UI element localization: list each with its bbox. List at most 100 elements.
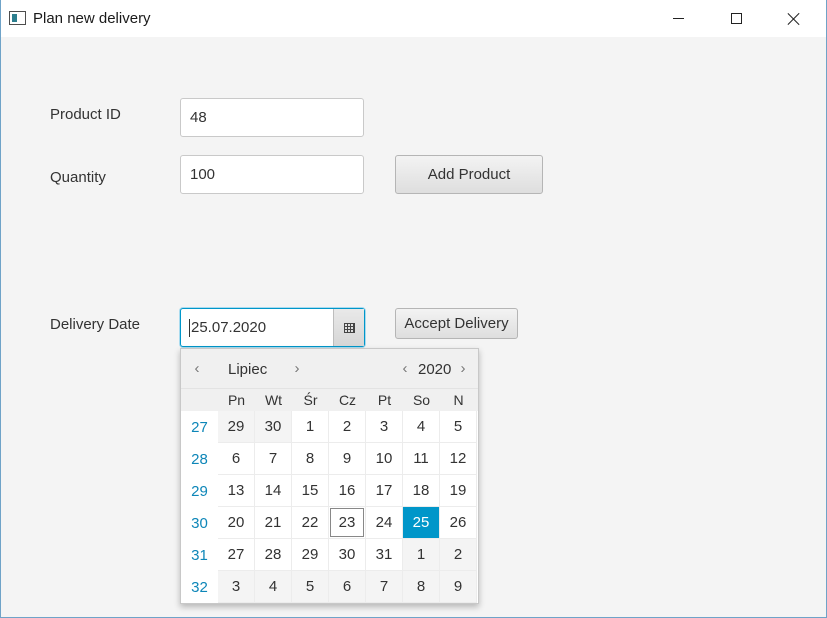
calendar-day[interactable]: 2 <box>440 539 477 571</box>
calendar-day[interactable]: 12 <box>440 443 477 475</box>
quantity-input[interactable] <box>180 155 364 194</box>
calendar-day-label: 26 <box>449 514 467 531</box>
weekday-label: N <box>453 392 464 408</box>
calendar-day-label: 30 <box>338 546 356 563</box>
calendar-day[interactable]: 1 <box>292 411 329 443</box>
calendar-day[interactable]: 18 <box>403 475 440 507</box>
week-number: 27 <box>181 411 218 443</box>
calendar-day[interactable]: 7 <box>255 443 292 475</box>
calendar-day[interactable]: 15 <box>292 475 329 507</box>
calendar-icon <box>343 322 355 333</box>
close-button[interactable] <box>771 0 817 37</box>
calendar-day-label: 1 <box>305 418 315 435</box>
accept-delivery-button[interactable]: Accept Delivery <box>395 308 518 339</box>
calendar-day-label: 8 <box>416 578 426 595</box>
calendar-day[interactable]: 5 <box>440 411 477 443</box>
calendar-day[interactable]: 29 <box>292 539 329 571</box>
calendar-day[interactable]: 13 <box>218 475 255 507</box>
calendar-day-label: 3 <box>379 418 389 435</box>
add-product-button[interactable]: Add Product <box>395 155 543 194</box>
calendar-day-label: 5 <box>453 418 463 435</box>
calendar-day[interactable]: 20 <box>218 507 255 539</box>
calendar-day[interactable]: 2 <box>329 411 366 443</box>
weekday-label: Pt <box>377 392 392 408</box>
calendar-day[interactable]: 4 <box>255 571 292 603</box>
calendar-day-selected[interactable]: 25 <box>403 507 440 539</box>
quantity-label: Quantity <box>50 169 106 186</box>
calendar-day-label: 11 <box>413 450 429 467</box>
calendar-day[interactable]: 14 <box>255 475 292 507</box>
calendar-day-label: 3 <box>231 578 241 595</box>
calendar-day-today[interactable]: 23 <box>329 507 366 539</box>
calendar-day[interactable]: 6 <box>218 443 255 475</box>
calendar-day-label: 4 <box>268 578 278 595</box>
delivery-date-input[interactable]: 25.07.2020 <box>189 319 266 337</box>
calendar-day[interactable]: 10 <box>366 443 403 475</box>
calendar-day[interactable]: 17 <box>366 475 403 507</box>
calendar-day[interactable]: 21 <box>255 507 292 539</box>
calendar-day-label: 9 <box>453 578 463 595</box>
close-icon <box>787 12 801 26</box>
product-id-label: Product ID <box>50 106 121 123</box>
calendar-day[interactable]: 8 <box>292 443 329 475</box>
calendar-day[interactable]: 3 <box>366 411 403 443</box>
calendar-day[interactable]: 7 <box>366 571 403 603</box>
calendar-day-label: 12 <box>449 450 467 467</box>
weekday-label: Cz <box>338 392 357 408</box>
calendar-day[interactable]: 11 <box>403 443 440 475</box>
calendar-day-label: 16 <box>338 482 356 499</box>
calendar-day[interactable]: 19 <box>440 475 477 507</box>
calendar-day-label: 13 <box>227 482 245 499</box>
calendar-day[interactable]: 31 <box>366 539 403 571</box>
calendar-day-label: 8 <box>305 450 315 467</box>
calendar-day-label: 6 <box>342 578 352 595</box>
minimize-button[interactable] <box>655 0 701 37</box>
calendar-day[interactable]: 28 <box>255 539 292 571</box>
next-month-button[interactable]: › <box>289 360 305 377</box>
calendar-day[interactable]: 4 <box>403 411 440 443</box>
week-number: 29 <box>181 475 218 507</box>
maximize-button[interactable] <box>713 0 759 37</box>
calendar-day-label: 19 <box>449 482 467 499</box>
calendar-day[interactable]: 1 <box>403 539 440 571</box>
calendar-toggle-button[interactable] <box>333 309 364 346</box>
weekday-label: Śr <box>303 392 318 408</box>
calendar-day-label: 30 <box>264 418 282 435</box>
calendar-day-label: 29 <box>227 418 245 435</box>
calendar-day[interactable]: 30 <box>255 411 292 443</box>
calendar-header: ‹ Lipiec › ‹ 2020 › <box>181 349 478 389</box>
next-year-button[interactable]: › <box>455 360 471 377</box>
calendar-day-label: 17 <box>375 482 393 499</box>
calendar-day-label: 2 <box>342 418 352 435</box>
calendar-day[interactable]: 22 <box>292 507 329 539</box>
delivery-date-picker[interactable]: 25.07.2020 <box>180 308 365 347</box>
title-bar[interactable]: Plan new delivery <box>1 0 826 37</box>
calendar-day[interactable]: 26 <box>440 507 477 539</box>
calendar-day[interactable]: 29 <box>218 411 255 443</box>
calendar-day[interactable]: 8 <box>403 571 440 603</box>
calendar-day-label: 6 <box>231 450 241 467</box>
calendar-day-label: 5 <box>305 578 315 595</box>
calendar-day-label: 28 <box>264 546 282 563</box>
calendar-day[interactable]: 24 <box>366 507 403 539</box>
calendar-day[interactable]: 16 <box>329 475 366 507</box>
calendar-day-label: 14 <box>264 482 282 499</box>
delivery-date-label: Delivery Date <box>50 316 141 333</box>
calendar-day[interactable]: 30 <box>329 539 366 571</box>
product-id-input[interactable] <box>180 98 364 137</box>
calendar-day-label: 24 <box>375 514 393 531</box>
calendar-day[interactable]: 6 <box>329 571 366 603</box>
calendar-day[interactable]: 9 <box>440 571 477 603</box>
plan-delivery-window: Plan new delivery Product ID Quantity Ad… <box>0 0 827 618</box>
calendar-day[interactable]: 9 <box>329 443 366 475</box>
calendar-day[interactable]: 5 <box>292 571 329 603</box>
calendar-day-label: 27 <box>227 546 245 563</box>
week-number: 30 <box>181 507 218 539</box>
prev-year-button[interactable]: ‹ <box>397 360 413 377</box>
calendar-day[interactable]: 27 <box>218 539 255 571</box>
calendar-day[interactable]: 3 <box>218 571 255 603</box>
prev-month-button[interactable]: ‹ <box>189 360 205 377</box>
calendar-day-label: 7 <box>268 450 278 467</box>
calendar-day-label: 10 <box>375 450 393 467</box>
calendar-day-label: 23 <box>338 514 356 531</box>
